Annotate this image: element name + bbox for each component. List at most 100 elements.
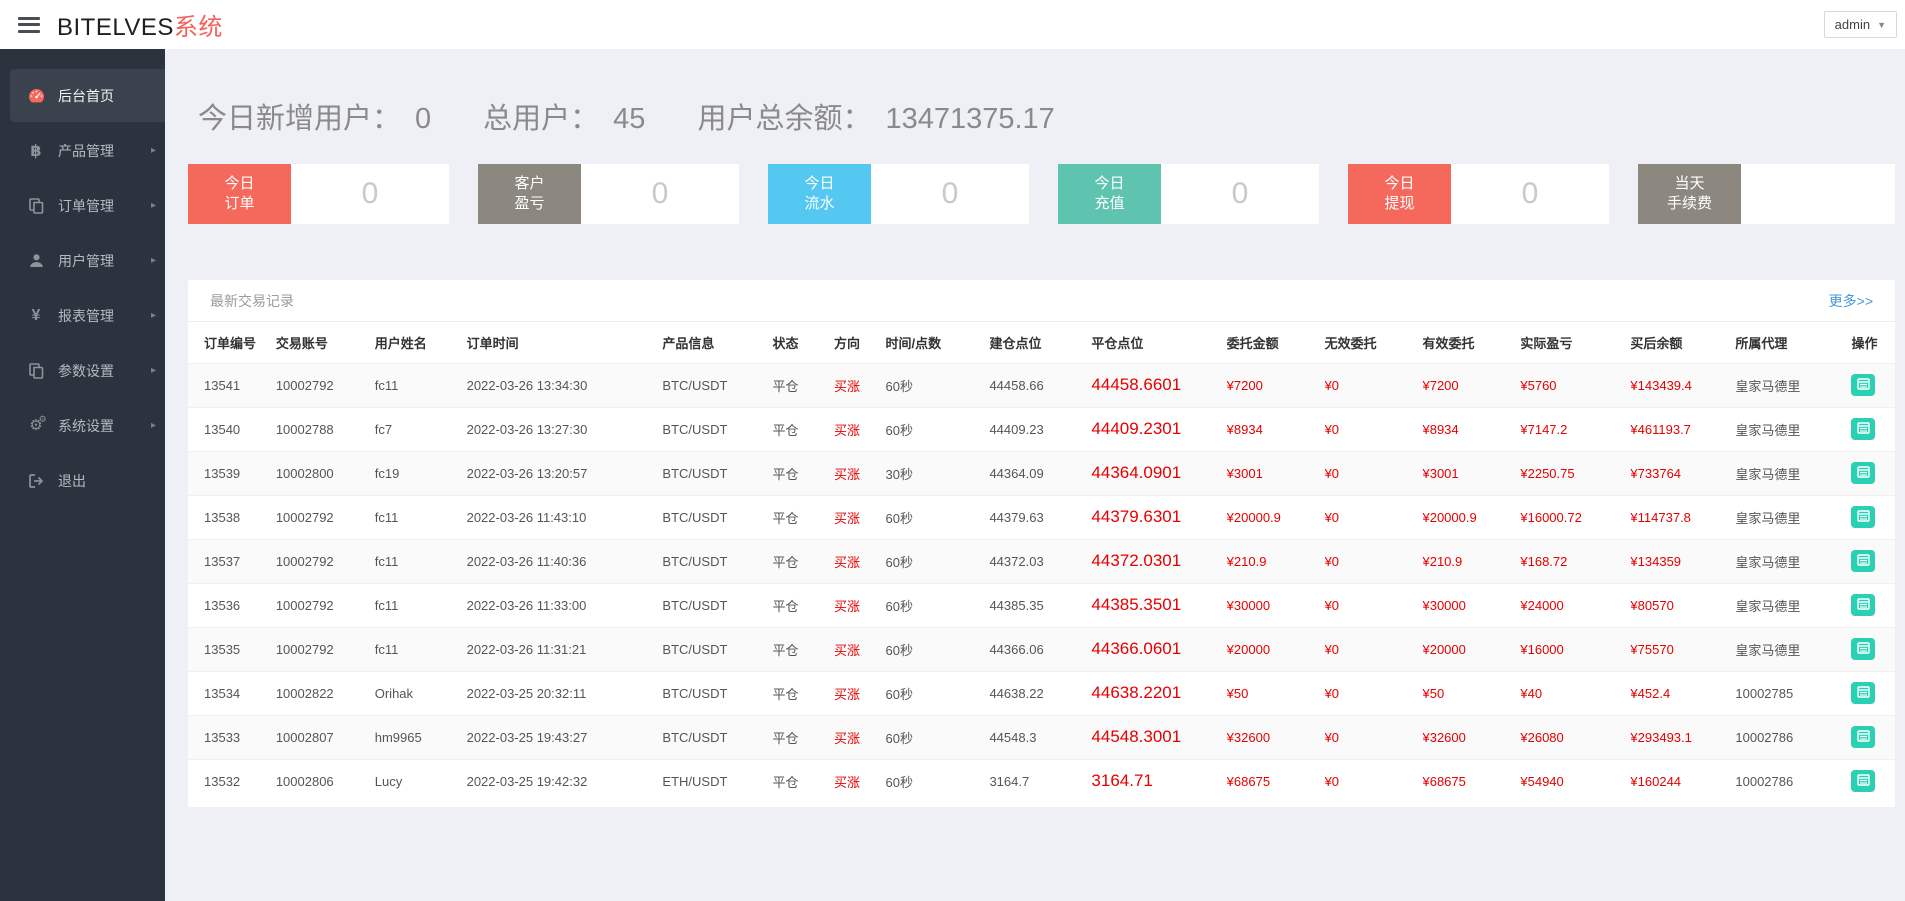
column-header-10: 委托金额: [1226, 335, 1279, 351]
cell-direction: 买涨: [834, 670, 886, 715]
order-detail-button[interactable]: [1851, 682, 1876, 704]
cell-trade-account: 10002806: [275, 758, 375, 803]
order-detail-button[interactable]: [1851, 374, 1876, 396]
cell-valid-entrust: ¥32600: [1422, 714, 1521, 759]
sidebar-item-7[interactable]: 退出: [10, 454, 165, 507]
table-row: 13535 10002792 fc11 2022-03-26 11:31:21 BTC/…: [188, 626, 1895, 671]
card-label-line2: 订单: [224, 195, 255, 212]
cell-agent: 10002786: [1735, 714, 1852, 759]
cell-period: 60秒: [885, 538, 990, 583]
cell-valid-entrust: ¥20000.9: [1422, 494, 1521, 539]
sidebar-item-5[interactable]: 参数设置 ▸: [10, 344, 165, 397]
cell-product-info: ETH/USDT: [662, 758, 773, 803]
cell-actions: [1851, 406, 1895, 451]
order-detail-button[interactable]: [1851, 462, 1876, 484]
cell-status: 平仓: [772, 406, 835, 451]
order-detail-button[interactable]: [1851, 506, 1876, 528]
cell-user-name: fc11: [374, 538, 467, 583]
stat-value: 13471375.17: [885, 103, 1055, 135]
sidebar-item-0[interactable]: 后台首页: [10, 69, 165, 122]
cell-trade-account: 10002792: [275, 538, 375, 583]
cell-agent: 10002786: [1735, 758, 1852, 803]
cell-close-point: 44638.2201: [1091, 670, 1227, 715]
cell-status: 平仓: [772, 582, 835, 627]
cell-order-id: 13533: [188, 714, 276, 759]
cell-period: 60秒: [885, 362, 990, 407]
column-header-11: 无效委托: [1324, 335, 1377, 351]
cell-product-info: BTC/USDT: [662, 494, 773, 539]
order-detail-button[interactable]: [1851, 638, 1876, 660]
cell-entrust-amount: ¥50: [1226, 670, 1325, 715]
card-value: [1741, 164, 1895, 224]
cell-user-name: fc11: [374, 362, 467, 407]
hamburger-menu-icon[interactable]: [18, 16, 40, 33]
summary-card-3: 今日 充值 0: [1058, 164, 1319, 224]
cell-order-time: 2022-03-25 19:42:32: [466, 758, 663, 803]
cell-close-point: 44409.2301: [1091, 406, 1227, 451]
card-label-line1: 客户: [514, 175, 545, 192]
order-detail-button[interactable]: [1851, 770, 1876, 793]
cell-order-time: 2022-03-26 13:27:30: [466, 406, 663, 451]
cell-trade-account: 10002792: [275, 582, 375, 627]
cell-valid-entrust: ¥7200: [1422, 362, 1521, 407]
cell-invalid-entrust: ¥0: [1324, 494, 1423, 539]
cell-order-time: 2022-03-26 11:33:00: [466, 582, 663, 627]
column-header-13: 实际盈亏: [1520, 335, 1573, 351]
sidebar-item-4[interactable]: ¥ 报表管理 ▸: [10, 289, 165, 342]
cell-product-info: BTC/USDT: [662, 582, 773, 627]
user-menu-dropdown[interactable]: admin ▼: [1823, 11, 1897, 38]
column-header-8: 建仓点位: [989, 335, 1042, 351]
table-row: 13534 10002822 Orihak 2022-03-25 20:32:11 BT…: [188, 670, 1895, 715]
sidebar-item-label: 订单管理: [58, 197, 114, 214]
cell-close-point: 44372.0301: [1091, 538, 1227, 583]
order-detail-button[interactable]: [1851, 418, 1876, 440]
column-header-12: 有效委托: [1422, 335, 1475, 351]
user-menu-label: admin: [1834, 17, 1871, 32]
chevron-right-icon: ▸: [150, 255, 156, 266]
order-detail-button[interactable]: [1851, 550, 1876, 572]
list-icon: [1857, 509, 1870, 525]
card-label-line2: 提现: [1384, 195, 1415, 212]
sidebar-item-1[interactable]: ฿ 产品管理 ▸: [10, 124, 165, 177]
cell-agent: 皇家马德里: [1735, 538, 1852, 583]
cell-status: 平仓: [772, 714, 835, 759]
cell-close-point: 44385.3501: [1091, 582, 1227, 627]
cell-close-point: 44366.0601: [1091, 626, 1227, 671]
cell-order-time: 2022-03-26 13:34:30: [466, 362, 663, 407]
cell-actual-profit: ¥16000.72: [1520, 494, 1631, 539]
cell-entrust-amount: ¥20000.9: [1226, 494, 1325, 539]
column-header-7: 时间/点数: [885, 335, 942, 351]
list-icon: [1857, 553, 1870, 569]
cell-period: 30秒: [885, 450, 990, 495]
chevron-down-icon: ▼: [1877, 19, 1886, 30]
more-link[interactable]: 更多>>: [1829, 291, 1873, 311]
sidebar-item-6[interactable]: ⚙ ⚙ 系统设置 ▸: [10, 399, 165, 452]
cell-trade-account: 10002788: [275, 406, 375, 451]
app-logo: BITELVES系统: [57, 7, 223, 42]
trades-table-head: 订单编号 交易账号 用户姓名 订单时间 产品信息 状态 方向 时间/点数 建仓点位 平仓点位 委托金…: [188, 322, 1895, 363]
card-value: 0: [1451, 164, 1609, 224]
cell-period: 60秒: [885, 494, 990, 539]
cell-after-balance: ¥733764: [1630, 450, 1736, 495]
sidebar-item-2[interactable]: 订单管理 ▸: [10, 179, 165, 232]
bitcoin-icon: ฿: [30, 142, 42, 160]
sidebar: 后台首页 ฿ 产品管理 ▸ 订单管理 ▸ 用户管理 ▸ ¥ 报表管理 ▸ 参数设置 ▸ ⚙ ⚙ 系统设置 ▸ 退出: [0, 49, 165, 901]
cell-invalid-entrust: ¥0: [1324, 406, 1423, 451]
latest-trades-panel: 最新交易记录 更多>> 订单编号 交易账号 用户姓名 订单时间 产品信息 状态 方向 时间/点…: [188, 280, 1895, 807]
cell-agent: 皇家马德里: [1735, 626, 1852, 671]
cell-agent: 皇家马德里: [1735, 406, 1852, 451]
card-label-line2: 流水: [804, 195, 835, 212]
logout-icon: [26, 473, 46, 488]
card-label-line2: 盈亏: [514, 195, 545, 212]
cell-entrust-amount: ¥7200: [1226, 362, 1325, 407]
cell-after-balance: ¥293493.1: [1630, 714, 1736, 759]
order-detail-button[interactable]: [1851, 594, 1876, 616]
card-value: 0: [1161, 164, 1319, 224]
cell-period: 60秒: [885, 582, 990, 627]
sidebar-item-3[interactable]: 用户管理 ▸: [10, 234, 165, 287]
sidebar-menu: 后台首页 ฿ 产品管理 ▸ 订单管理 ▸ 用户管理 ▸ ¥ 报表管理 ▸ 参数设置 ▸ ⚙ ⚙ 系统设置 ▸ 退出: [0, 69, 165, 507]
cell-status: 平仓: [772, 362, 835, 407]
cell-entrust-amount: ¥8934: [1226, 406, 1325, 451]
cell-close-point: 3164.71: [1091, 758, 1227, 803]
order-detail-button[interactable]: [1851, 726, 1876, 748]
